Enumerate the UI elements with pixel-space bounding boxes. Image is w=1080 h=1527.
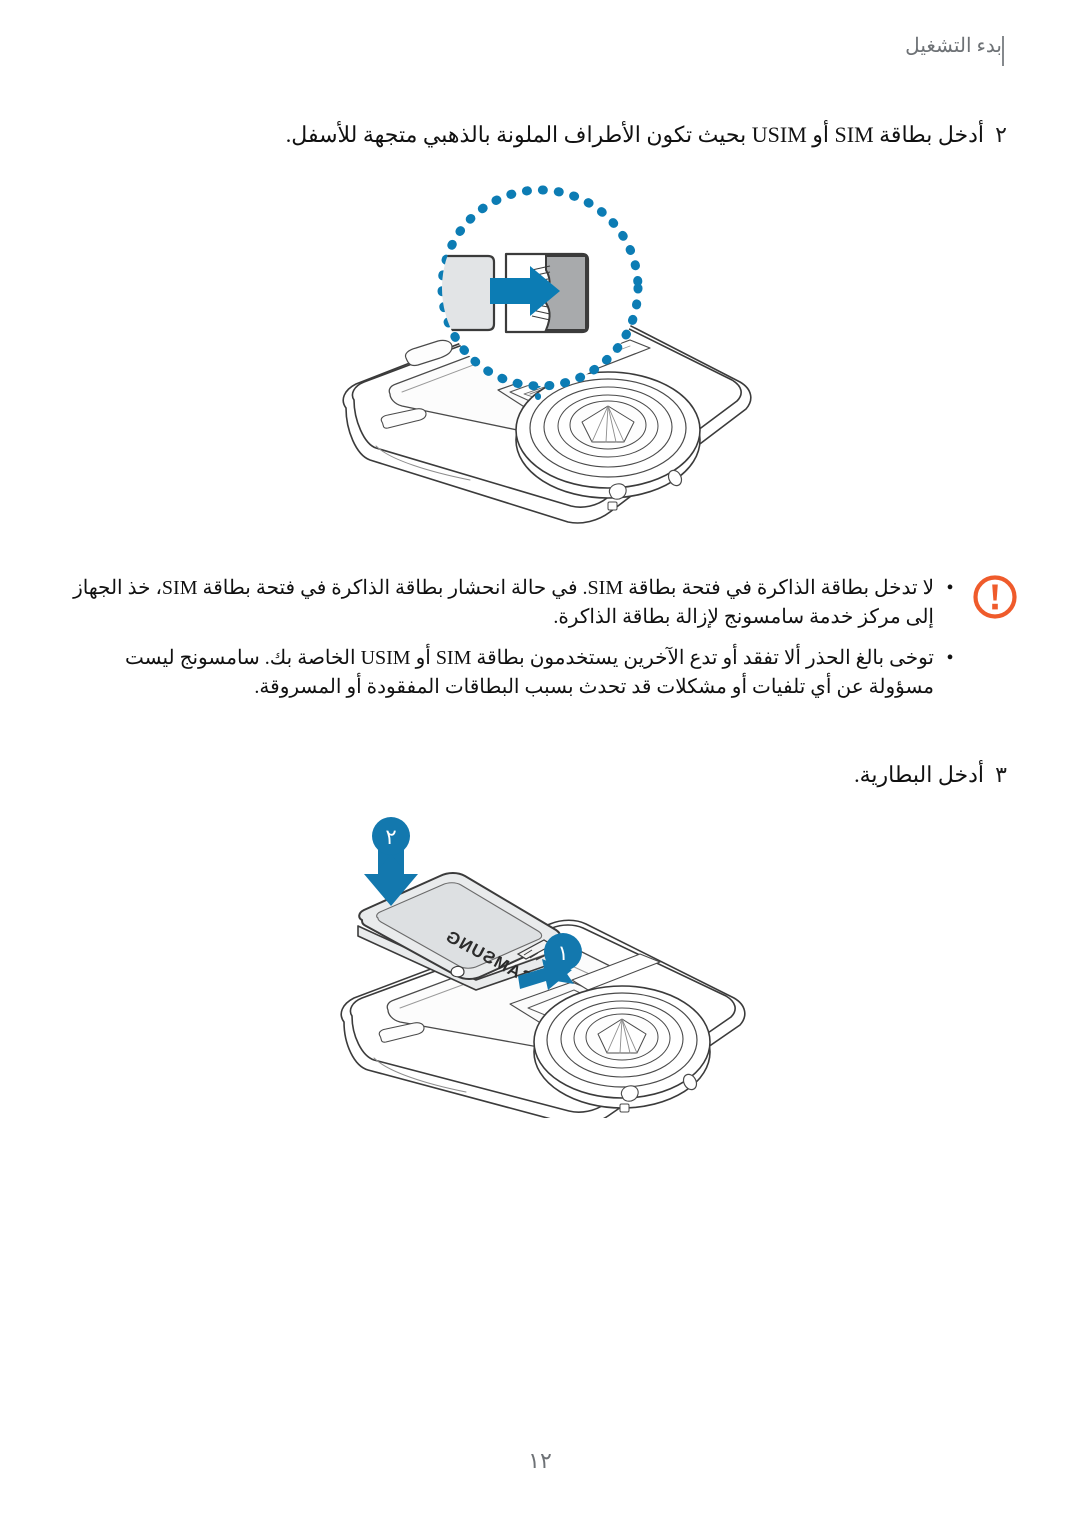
warning-note: • لا تدخل بطاقة الذاكرة في فتحة بطاقة SI…	[62, 572, 1018, 702]
svg-text:٢: ٢	[385, 825, 396, 849]
warning-item-text: لا تدخل بطاقة الذاكرة في فتحة بطاقة SIM.…	[73, 577, 934, 628]
step-badge-2: ٢	[372, 817, 410, 870]
bullet-marker: •	[946, 577, 954, 599]
step-2-text: أدخل بطاقة SIM أو USIM بحيث تكون الأطراف…	[285, 122, 984, 147]
warning-item: • توخى بالغ الحذر ألا تفقد أو تدع الآخري…	[62, 644, 956, 702]
sim-card-insertion-illustration	[310, 178, 770, 568]
step-2-number: ٢	[995, 122, 1007, 147]
warning-exclamation-icon	[972, 574, 1018, 620]
manual-page: بدء التشغيل ٢ أدخل بطاقة SIM أو USIM بحي…	[0, 0, 1080, 1527]
step-3: ٣ أدخل البطارية.	[854, 758, 1018, 791]
step-3-number: ٣	[995, 762, 1007, 787]
warning-item: • لا تدخل بطاقة الذاكرة في فتحة بطاقة SI…	[62, 574, 956, 632]
bullet-marker: •	[946, 647, 954, 669]
sim-card	[442, 254, 496, 332]
page-title: بدء التشغيل	[905, 35, 1002, 57]
warning-list: • لا تدخل بطاقة الذاكرة في فتحة بطاقة SI…	[62, 572, 956, 702]
step-3-text: أدخل البطارية.	[854, 762, 984, 787]
svg-text:١: ١	[557, 941, 568, 965]
header-divider	[1002, 36, 1004, 66]
battery-insertion-illustration: SAMSUNG ٢ ١	[322, 808, 762, 1118]
step-2: ٢ أدخل بطاقة SIM أو USIM بحيث تكون الأطر…	[286, 118, 1018, 151]
page-number: ١٢	[528, 1448, 552, 1473]
page-header: بدء التشغيل	[905, 34, 1018, 66]
warning-item-text: توخى بالغ الحذر ألا تفقد أو تدع الآخرين …	[124, 647, 934, 698]
